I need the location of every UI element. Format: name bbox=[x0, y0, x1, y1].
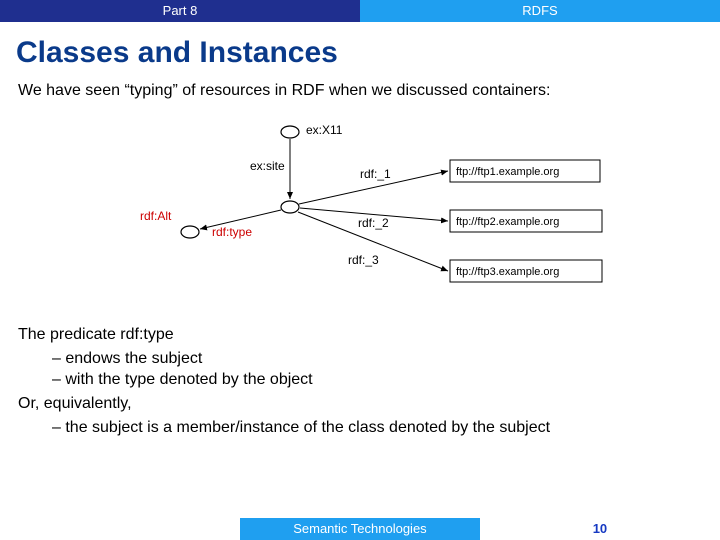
footer: Semantic Technologies 10 bbox=[0, 518, 720, 540]
node-ex-x11: ex:X11 bbox=[306, 123, 343, 137]
node-rdf-alt: rdf:Alt bbox=[140, 209, 172, 223]
bullets-1: endows the subject with the type denoted… bbox=[18, 348, 702, 391]
bullets-2: the subject is a member/instance of the … bbox=[18, 417, 702, 439]
header-left: Part 8 bbox=[0, 0, 360, 22]
edge-rdf-3: rdf:_3 bbox=[348, 253, 379, 267]
slide-title: Classes and Instances bbox=[0, 22, 720, 80]
slide: Part 8 RDFS Classes and Instances We hav… bbox=[0, 0, 720, 540]
footer-left bbox=[0, 518, 240, 540]
bullet-member: the subject is a member/instance of the … bbox=[52, 417, 702, 439]
edge-rdf-type: rdf:type bbox=[212, 225, 252, 239]
footer-page: 10 bbox=[480, 518, 720, 540]
url-box-3: ftp://ftp3.example.org bbox=[456, 266, 559, 278]
intro-text: We have seen “typing” of resources in RD… bbox=[18, 80, 702, 102]
lower-text: The predicate rdf:type endows the subjec… bbox=[18, 324, 702, 438]
line-equivalently: Or, equivalently, bbox=[18, 393, 702, 415]
edge-rdf-2: rdf:_2 bbox=[358, 216, 389, 230]
rdf-diagram: ex:X11 rdf:Alt ex:site rdf:type ftp://ft… bbox=[18, 112, 702, 319]
bullet-with-type: with the type denoted by the object bbox=[52, 369, 702, 391]
edge-ex-site: ex:site bbox=[250, 159, 285, 173]
topbar: Part 8 RDFS bbox=[0, 0, 720, 22]
url-box-1: ftp://ftp1.example.org bbox=[456, 166, 559, 178]
url-box-2: ftp://ftp2.example.org bbox=[456, 216, 559, 228]
bullet-endows: endows the subject bbox=[52, 348, 702, 370]
footer-mid: Semantic Technologies bbox=[240, 518, 480, 540]
edge-rdf-1: rdf:_1 bbox=[360, 167, 391, 181]
line-predicate: The predicate rdf:type bbox=[18, 324, 702, 346]
header-right: RDFS bbox=[360, 0, 720, 22]
slide-body: We have seen “typing” of resources in RD… bbox=[0, 80, 720, 518]
